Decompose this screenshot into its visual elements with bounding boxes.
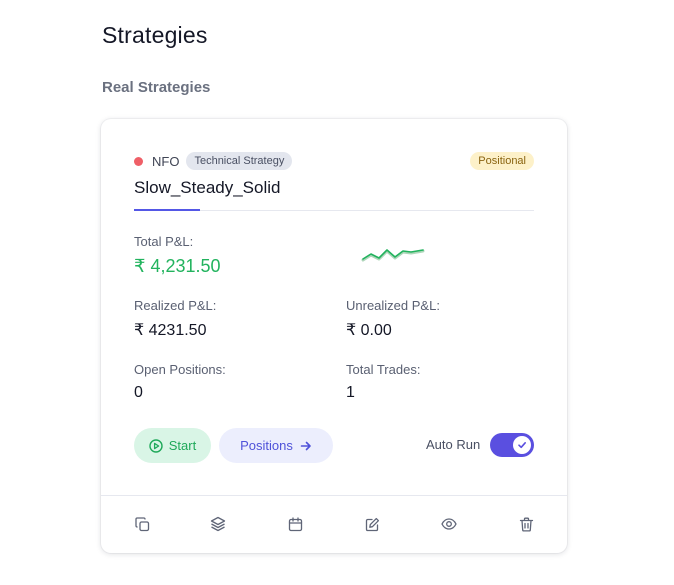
check-icon bbox=[518, 442, 526, 449]
card-header: NFO Technical Strategy bbox=[134, 152, 293, 170]
pnl-sparkline bbox=[361, 249, 425, 262]
arrow-right-icon bbox=[300, 441, 311, 450]
start-button[interactable]: Start bbox=[134, 428, 211, 463]
trash-icon[interactable] bbox=[518, 516, 534, 532]
realized-pnl-value: ₹ 4231.50 bbox=[134, 322, 207, 339]
total-trades-label: Total Trades: bbox=[346, 362, 421, 377]
auto-run-label: Auto Run bbox=[426, 437, 481, 452]
section-title: Real Strategies bbox=[102, 79, 211, 96]
strategy-type-badge: Technical Strategy bbox=[186, 152, 293, 170]
card-footer-actions bbox=[101, 495, 567, 553]
page-title: Strategies bbox=[102, 22, 208, 48]
play-circle-icon bbox=[149, 438, 163, 453]
start-button-label: Start bbox=[168, 438, 197, 453]
unrealized-pnl-label: Unrealized P&L: bbox=[346, 298, 440, 313]
positions-button[interactable]: Positions bbox=[219, 428, 333, 463]
unrealized-pnl-value: ₹ 0.00 bbox=[346, 322, 392, 339]
strategy-name[interactable]: Slow_Steady_Solid bbox=[134, 178, 280, 198]
toggle-knob bbox=[513, 436, 531, 454]
name-underline bbox=[134, 209, 200, 211]
mode-badge: Positional bbox=[470, 152, 534, 170]
strategy-card: NFO Technical Strategy Positional Slow_S… bbox=[101, 119, 567, 553]
auto-run-toggle[interactable] bbox=[490, 433, 534, 457]
positions-button-label: Positions bbox=[240, 438, 293, 453]
total-pnl-value: ₹ 4,231.50 bbox=[134, 256, 221, 276]
status-indicator bbox=[134, 156, 143, 166]
exchange-label: NFO bbox=[152, 153, 180, 169]
open-positions-label: Open Positions: bbox=[134, 362, 226, 377]
open-positions-value: 0 bbox=[134, 384, 143, 401]
edit-icon[interactable] bbox=[364, 516, 380, 532]
layers-icon[interactable] bbox=[210, 516, 226, 532]
total-pnl-label: Total P&L: bbox=[134, 234, 194, 249]
total-trades-value: 1 bbox=[346, 384, 355, 401]
eye-icon[interactable] bbox=[441, 516, 457, 532]
realized-pnl-label: Realized P&L: bbox=[134, 298, 217, 313]
calendar-icon[interactable] bbox=[287, 516, 303, 532]
copy-icon[interactable] bbox=[134, 516, 150, 532]
